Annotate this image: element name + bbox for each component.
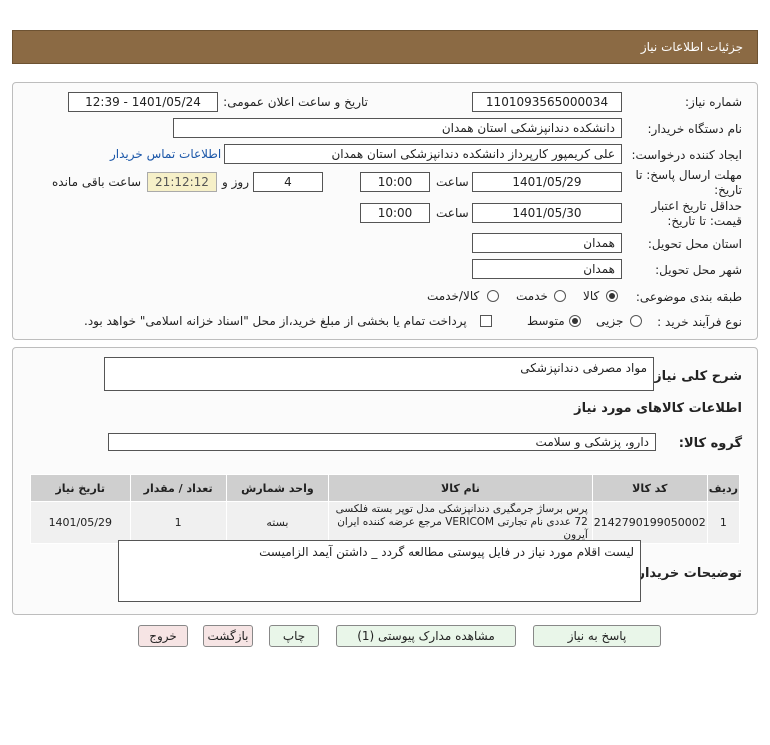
buyer-contact-link[interactable]: اطلاعات تماس خریدار (110, 147, 221, 161)
goods-info-title: اطلاعات کالاهای مورد نیاز (574, 401, 742, 416)
page-header: جزئیات اطلاعات نیاز (12, 30, 758, 64)
goods-group-field: دارو، پزشکی و سلامت (108, 433, 656, 451)
category-radio-goods[interactable] (606, 290, 618, 302)
city-label: شهر محل تحویل: (655, 263, 742, 277)
category-option-goods-service: کالا/خدمت (427, 289, 480, 303)
category-option-goods: کالا (583, 289, 600, 303)
process-option-minor: جزیی (596, 314, 624, 328)
table-header-row: ردیف کد کالا نام کالا واحد شمارش تعداد /… (30, 474, 741, 502)
table-row: 1 2142790199050002 پرس برساژ جرمگیری دند… (30, 501, 741, 544)
validity-time-label: ساعت (436, 206, 469, 220)
deadline-label-line2: تاریخ: (714, 183, 742, 197)
creator-field: علی کریمپور کارپرداز دانشکده دندانپزشکی … (224, 144, 622, 164)
print-button[interactable]: چاپ (269, 625, 319, 647)
page-title: جزئیات اطلاعات نیاز (640, 40, 743, 54)
cell-row-number: 1 (706, 501, 741, 544)
cell-goods-name: پرس برساژ جرمگیری دندانپزشکی مدل توپر بس… (328, 501, 593, 544)
remaining-time-field: 21:12:12 (147, 172, 217, 192)
goods-table: ردیف کد کالا نام کالا واحد شمارش تعداد /… (30, 474, 741, 544)
col-row-number: ردیف (706, 474, 741, 502)
process-radio-minor[interactable] (630, 315, 642, 327)
goods-group-label: گروه کالا: (678, 436, 742, 451)
view-attachments-button[interactable]: مشاهده مدارک پیوستی (1) (336, 625, 516, 647)
validity-label-line2: قیمت: تا تاریخ: (667, 214, 742, 228)
treasury-payment-note: پرداخت تمام یا بخشی از مبلغ خرید،از محل … (84, 314, 467, 328)
buyer-notes-field: لیست اقلام مورد نیاز در فایل پیوستی مطال… (118, 540, 641, 602)
buyer-notes-label: توضیحات خریدار: (632, 566, 742, 581)
col-goods-name: نام کالا (328, 474, 593, 502)
buyer-org-field: دانشکده دندانپزشکی استان همدان (173, 118, 622, 138)
days-label: روز و (222, 175, 249, 189)
process-label: نوع فرآیند خرید : (657, 315, 742, 329)
exit-button[interactable]: خروج (138, 625, 188, 647)
cell-unit: بسته (225, 501, 330, 544)
buyer-org-label: نام دستگاه خریدار: (647, 122, 743, 136)
reply-button[interactable]: پاسخ به نیاز (533, 625, 661, 647)
announce-field: 1401/05/24 - 12:39 (68, 92, 218, 112)
col-unit: واحد شمارش (225, 474, 330, 502)
col-goods-code: کد کالا (591, 474, 708, 502)
deadline-time-label: ساعت (436, 175, 469, 189)
province-field: همدان (472, 233, 622, 253)
process-radio-medium[interactable] (569, 315, 581, 327)
need-number-field: 1101093565000034 (472, 92, 622, 112)
announce-label: تاریخ و ساعت اعلان عمومی: (223, 95, 368, 109)
cell-quantity: 1 (129, 501, 227, 544)
cell-need-date: 1401/05/29 (30, 501, 131, 544)
process-option-medium: متوسط (527, 314, 565, 328)
need-description-label: شرح کلی نیاز: (648, 369, 742, 384)
category-radio-service[interactable] (554, 290, 566, 302)
validity-label-line1: حداقل تاریخ اعتبار (651, 199, 742, 213)
validity-label: حداقل تاریخ اعتبار قیمت: تا تاریخ: (651, 199, 742, 229)
remaining-label: ساعت باقی مانده (52, 175, 142, 189)
need-number-label: شماره نیاز: (685, 95, 742, 109)
cell-goods-code: 2142790199050002 (591, 501, 708, 544)
validity-date-field: 1401/05/30 (472, 203, 622, 223)
category-radio-goods-service[interactable] (487, 290, 499, 302)
province-label: استان محل تحویل: (647, 237, 742, 251)
back-button[interactable]: بازگشت (203, 625, 253, 647)
treasury-payment-checkbox[interactable] (480, 315, 492, 327)
city-field: همدان (472, 259, 622, 279)
deadline-label: مهلت ارسال پاسخ: تا تاریخ: (635, 168, 742, 198)
category-label: طبقه بندی موضوعی: (635, 290, 742, 304)
creator-label: ایجاد کننده درخواست: (631, 148, 742, 162)
need-description-field: مواد مصرفی دندانپزشکی (104, 357, 654, 391)
deadline-time-field: 10:00 (360, 172, 430, 192)
deadline-date-field: 1401/05/29 (472, 172, 622, 192)
col-quantity: تعداد / مقدار (129, 474, 227, 502)
col-need-date: تاریخ نیاز (30, 474, 131, 502)
days-field: 4 (253, 172, 323, 192)
category-option-service: خدمت (516, 289, 548, 303)
deadline-label-line1: مهلت ارسال پاسخ: تا (635, 168, 742, 182)
validity-time-field: 10:00 (360, 203, 430, 223)
